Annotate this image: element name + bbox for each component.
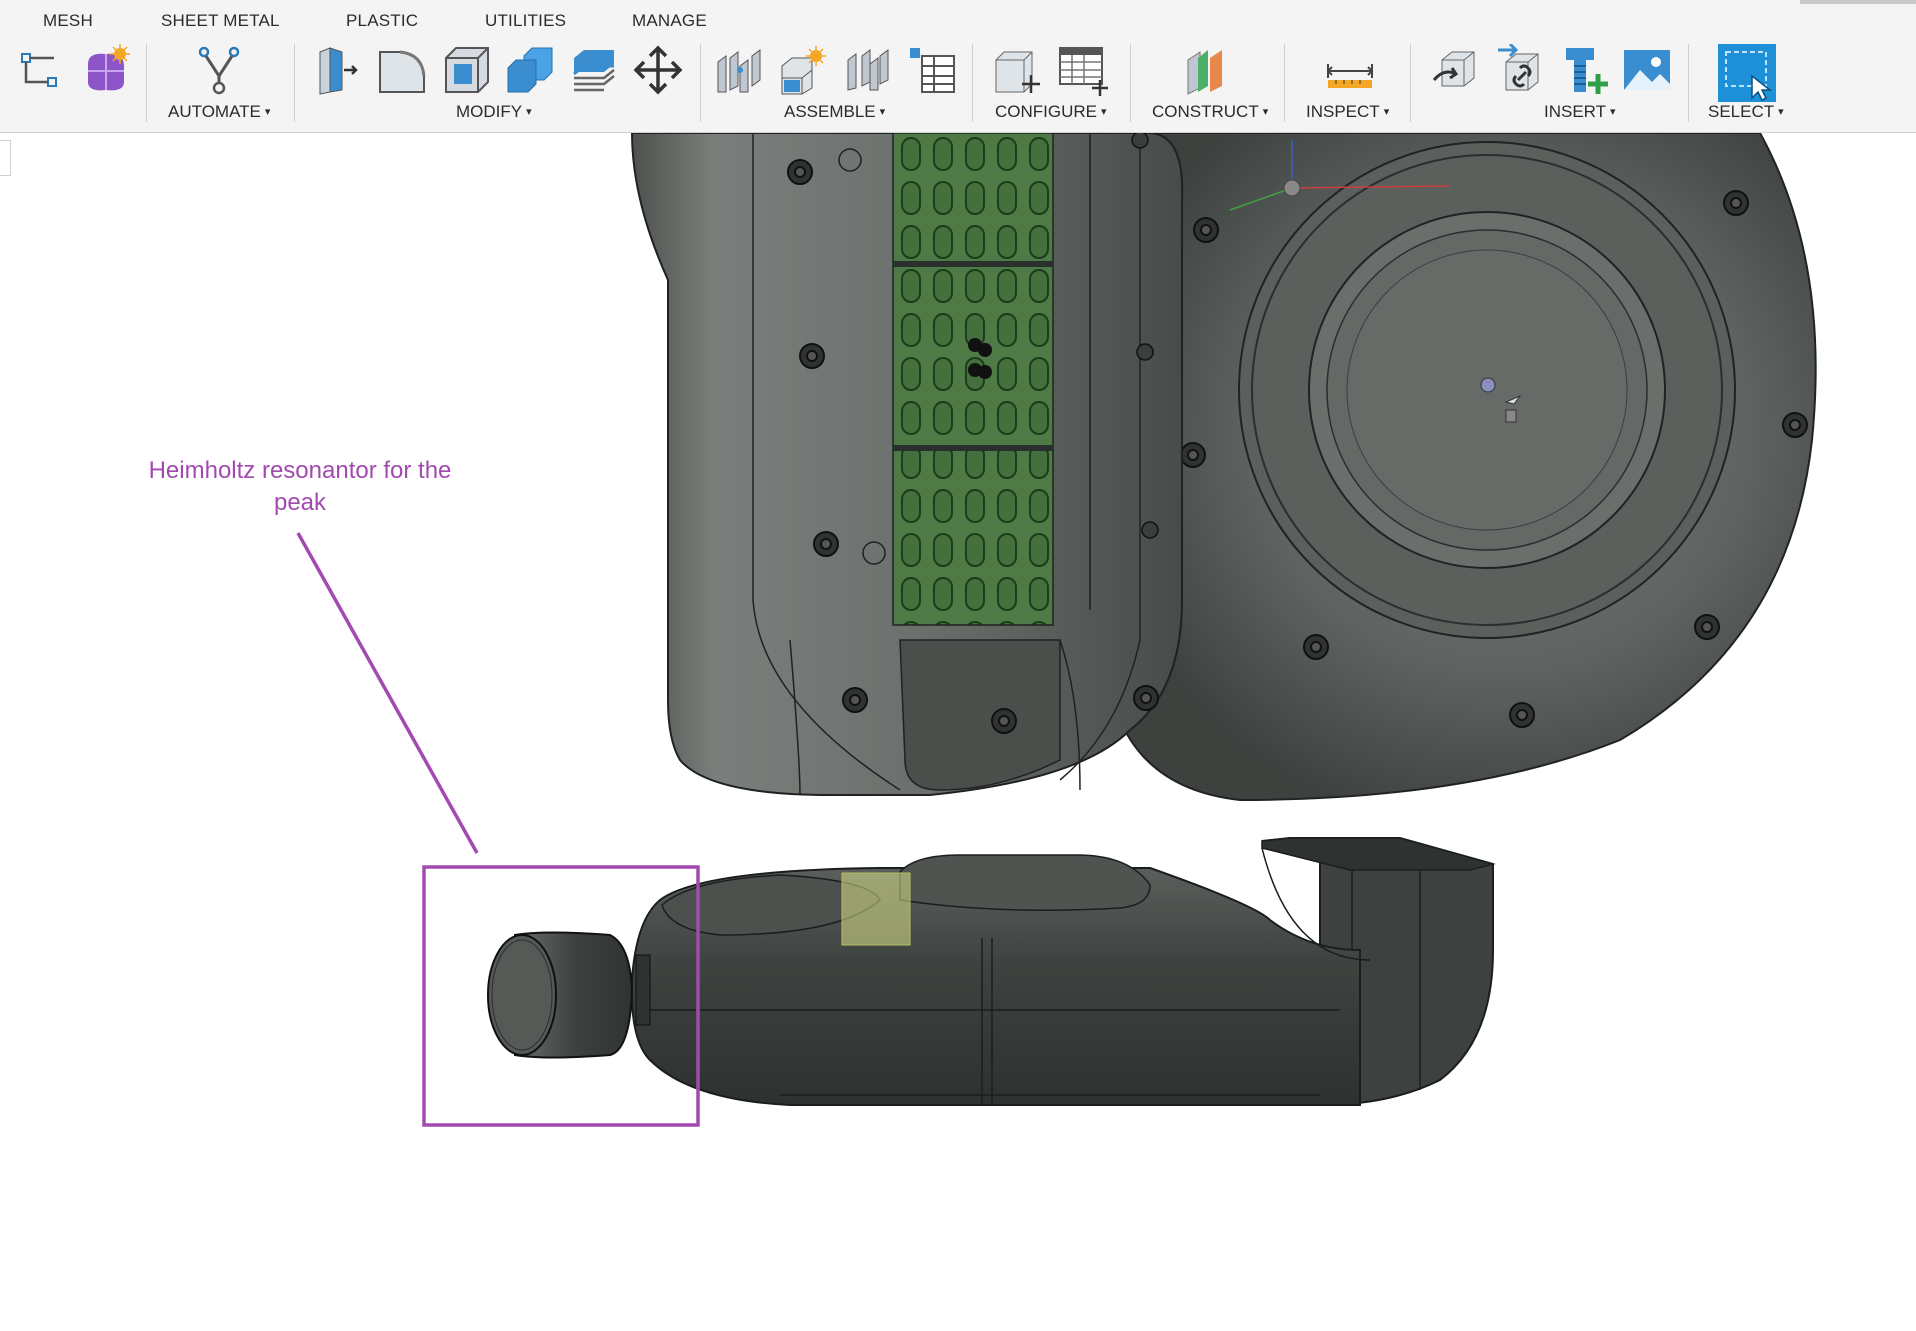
ribbon-separator — [972, 44, 973, 122]
sketch-constraint-icon[interactable] — [14, 44, 66, 96]
ribbon-separator — [1284, 44, 1285, 122]
insert-canvas-icon[interactable] — [1622, 44, 1674, 96]
automate-generative-icon[interactable] — [194, 44, 246, 96]
model-viewport[interactable] — [0, 133, 1916, 1331]
tab-utilities[interactable]: UTILITIES — [485, 11, 566, 31]
assemble-menu[interactable]: ASSEMBLE ▾ — [784, 102, 885, 122]
tab-mesh[interactable]: MESH — [43, 11, 93, 31]
filter-box — [630, 133, 1184, 796]
bill-of-materials-icon[interactable] — [906, 44, 958, 96]
modify-menu[interactable]: MODIFY ▾ — [456, 102, 532, 122]
parameters-icon[interactable] — [992, 44, 1044, 96]
ribbon-separator — [146, 44, 147, 122]
annotation-line-2: peak — [273, 489, 327, 516]
annotation-line-1: Heimholtz resonantor for the — [148, 457, 452, 484]
insert-derive-icon[interactable] — [1430, 44, 1482, 96]
offset-plane-icon[interactable] — [1182, 44, 1234, 96]
construct-menu[interactable]: CONSTRUCT ▾ — [1152, 102, 1268, 122]
ribbon-separator — [1688, 44, 1689, 122]
as-built-joint-icon[interactable] — [842, 44, 894, 96]
offset-face-icon[interactable] — [568, 44, 620, 96]
insert-menu[interactable]: INSERT ▾ — [1544, 102, 1616, 122]
selected-face-highlight — [841, 872, 911, 946]
window-edge — [1800, 0, 1916, 4]
create-form-icon[interactable] — [80, 44, 132, 96]
select-menu[interactable]: SELECT ▾ — [1708, 102, 1784, 122]
inspect-menu[interactable]: INSPECT ▾ — [1306, 102, 1389, 122]
toolbar-tab-row: MESH SHEET METAL PLASTIC UTILITIES MANAG… — [0, 0, 1916, 40]
tab-sheet-metal[interactable]: SHEET METAL — [161, 11, 280, 31]
press-pull-icon[interactable] — [312, 44, 364, 96]
ribbon-separator — [294, 44, 295, 122]
combine-icon[interactable] — [504, 44, 556, 96]
toolbar-ribbon: AUTOMATE ▾ MODIFY ▾ ASSEMBLE ▾ CONFIGURE ▾ — [0, 40, 1916, 133]
insert-link-icon[interactable] — [1494, 44, 1546, 96]
ribbon-separator — [700, 44, 701, 122]
ribbon-separator — [1410, 44, 1411, 122]
configure-menu[interactable]: CONFIGURE ▾ — [995, 102, 1107, 122]
joint-icon[interactable] — [714, 44, 766, 96]
annotation-label: Heimholtz resonantor for the peak — [130, 455, 470, 519]
measure-icon[interactable] — [1324, 44, 1376, 96]
configuration-table-icon[interactable] — [1058, 44, 1110, 96]
fan-housing — [1118, 133, 1817, 802]
tab-manage[interactable]: MANAGE — [632, 11, 707, 31]
automate-menu[interactable]: AUTOMATE ▾ — [168, 102, 270, 122]
shell-icon[interactable] — [440, 44, 492, 96]
fillet-icon[interactable] — [376, 44, 428, 96]
move-icon[interactable] — [632, 44, 684, 96]
tab-plastic[interactable]: PLASTIC — [346, 11, 418, 31]
insert-mcmaster-icon[interactable] — [1558, 44, 1610, 96]
new-component-icon[interactable] — [778, 44, 830, 96]
ribbon-separator — [1130, 44, 1131, 122]
intake-duct — [487, 837, 1496, 1107]
window-select-icon[interactable] — [1718, 44, 1776, 102]
foam-filter — [892, 133, 1054, 626]
